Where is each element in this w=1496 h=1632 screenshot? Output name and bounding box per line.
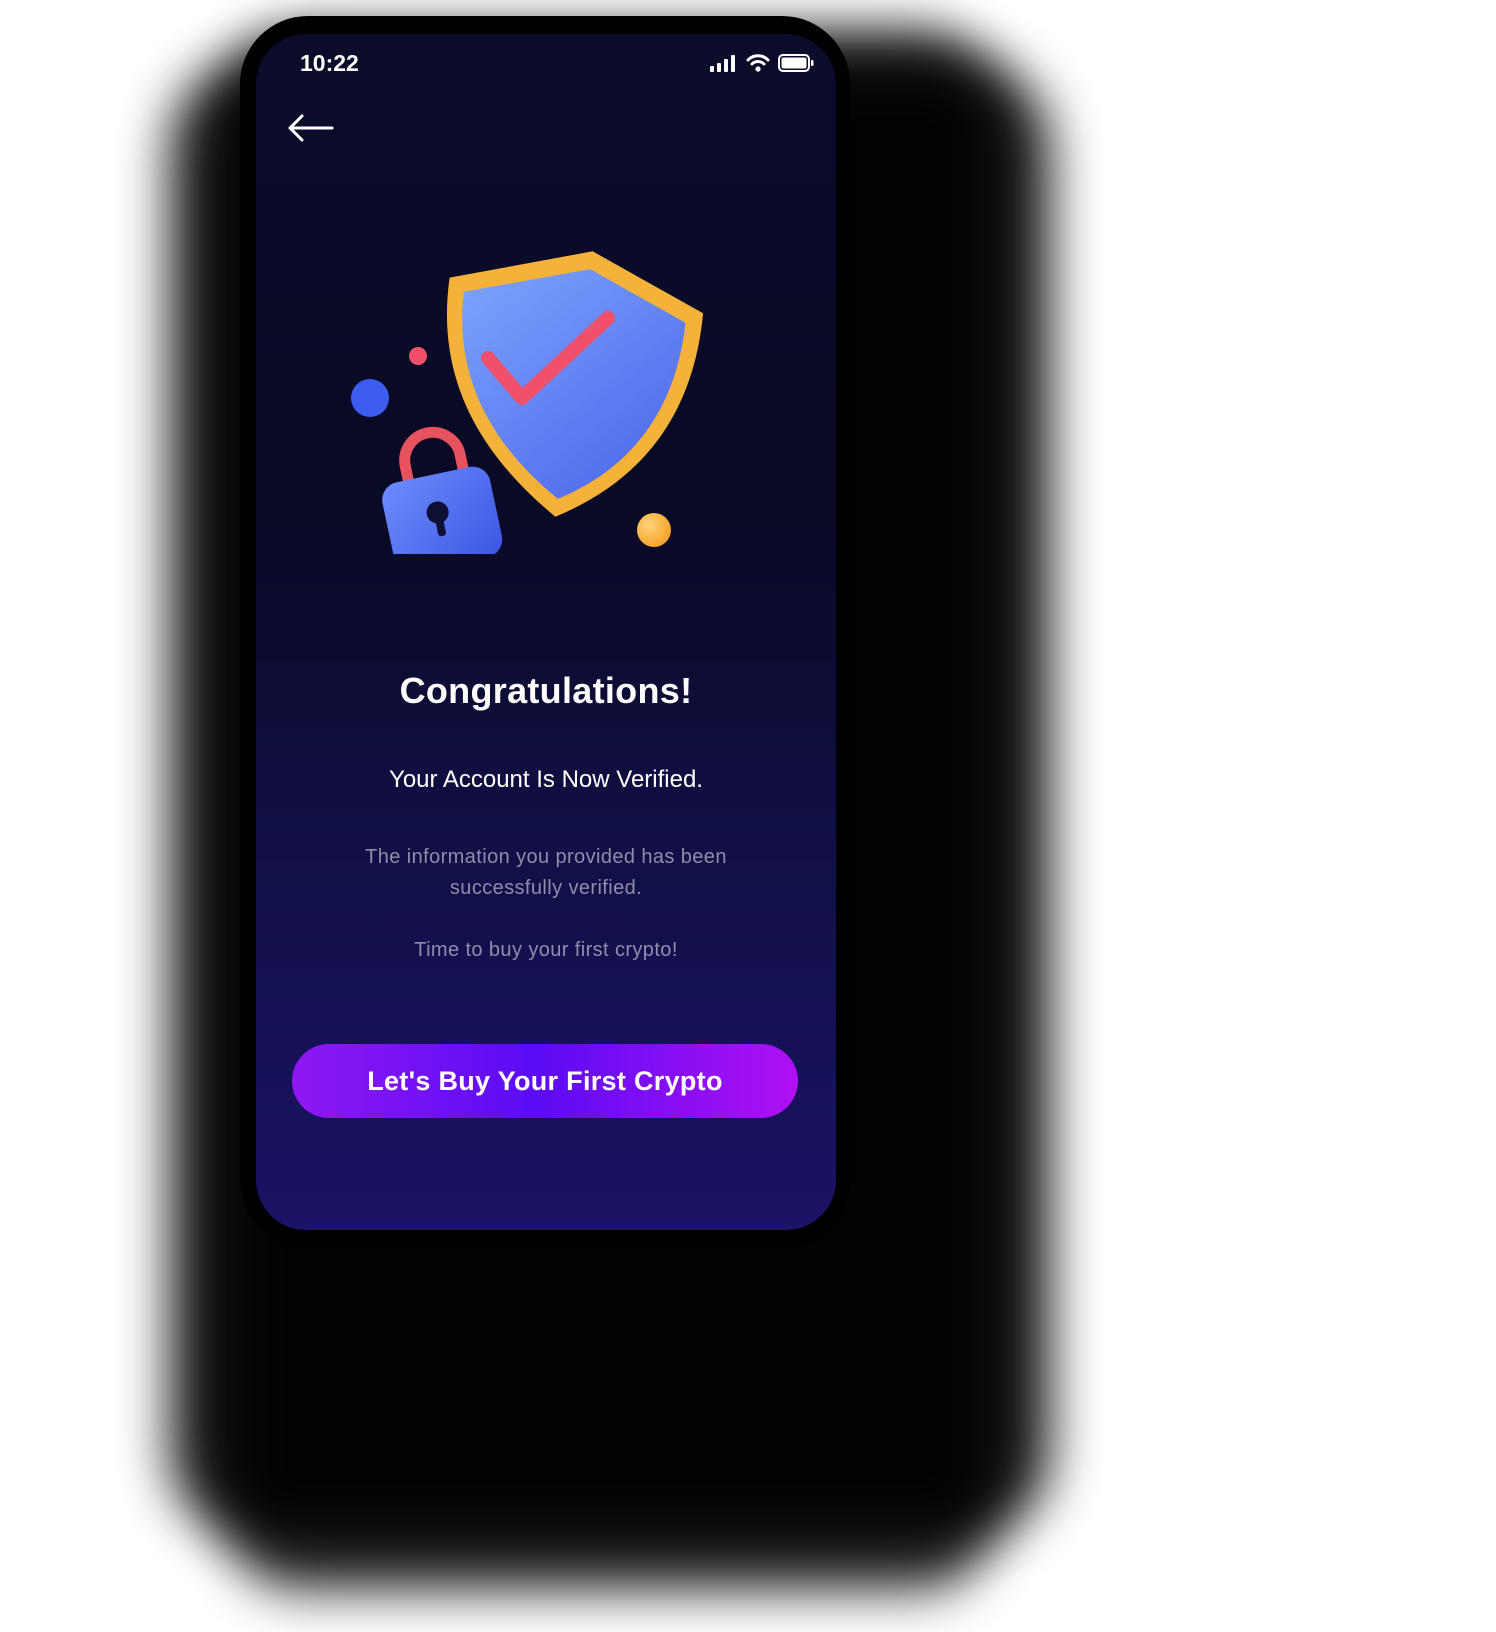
back-arrow-icon[interactable] <box>286 108 336 148</box>
description-text: The information you provided has been su… <box>365 846 727 899</box>
verification-description: The information you provided has been su… <box>326 842 766 966</box>
status-icons <box>710 54 814 72</box>
verification-subtitle: Your Account Is Now Verified. <box>389 766 703 793</box>
status-time: 10:22 <box>300 50 359 76</box>
crypto-note: Time to buy your first crypto! <box>414 939 678 961</box>
page-title: Congratulations! <box>399 670 693 711</box>
battery-icon <box>778 54 814 72</box>
signal-icon <box>710 55 735 72</box>
status-bar: 10:22 <box>256 34 836 94</box>
decor-dot-blue <box>351 379 389 417</box>
wifi-icon <box>746 54 770 72</box>
verification-illustration <box>351 251 704 554</box>
buy-first-crypto-button[interactable]: Let's Buy Your First Crypto <box>292 1044 798 1118</box>
padlock-icon <box>382 426 503 554</box>
decor-dot-yellow <box>637 513 671 547</box>
decor-dot-red <box>409 347 427 365</box>
